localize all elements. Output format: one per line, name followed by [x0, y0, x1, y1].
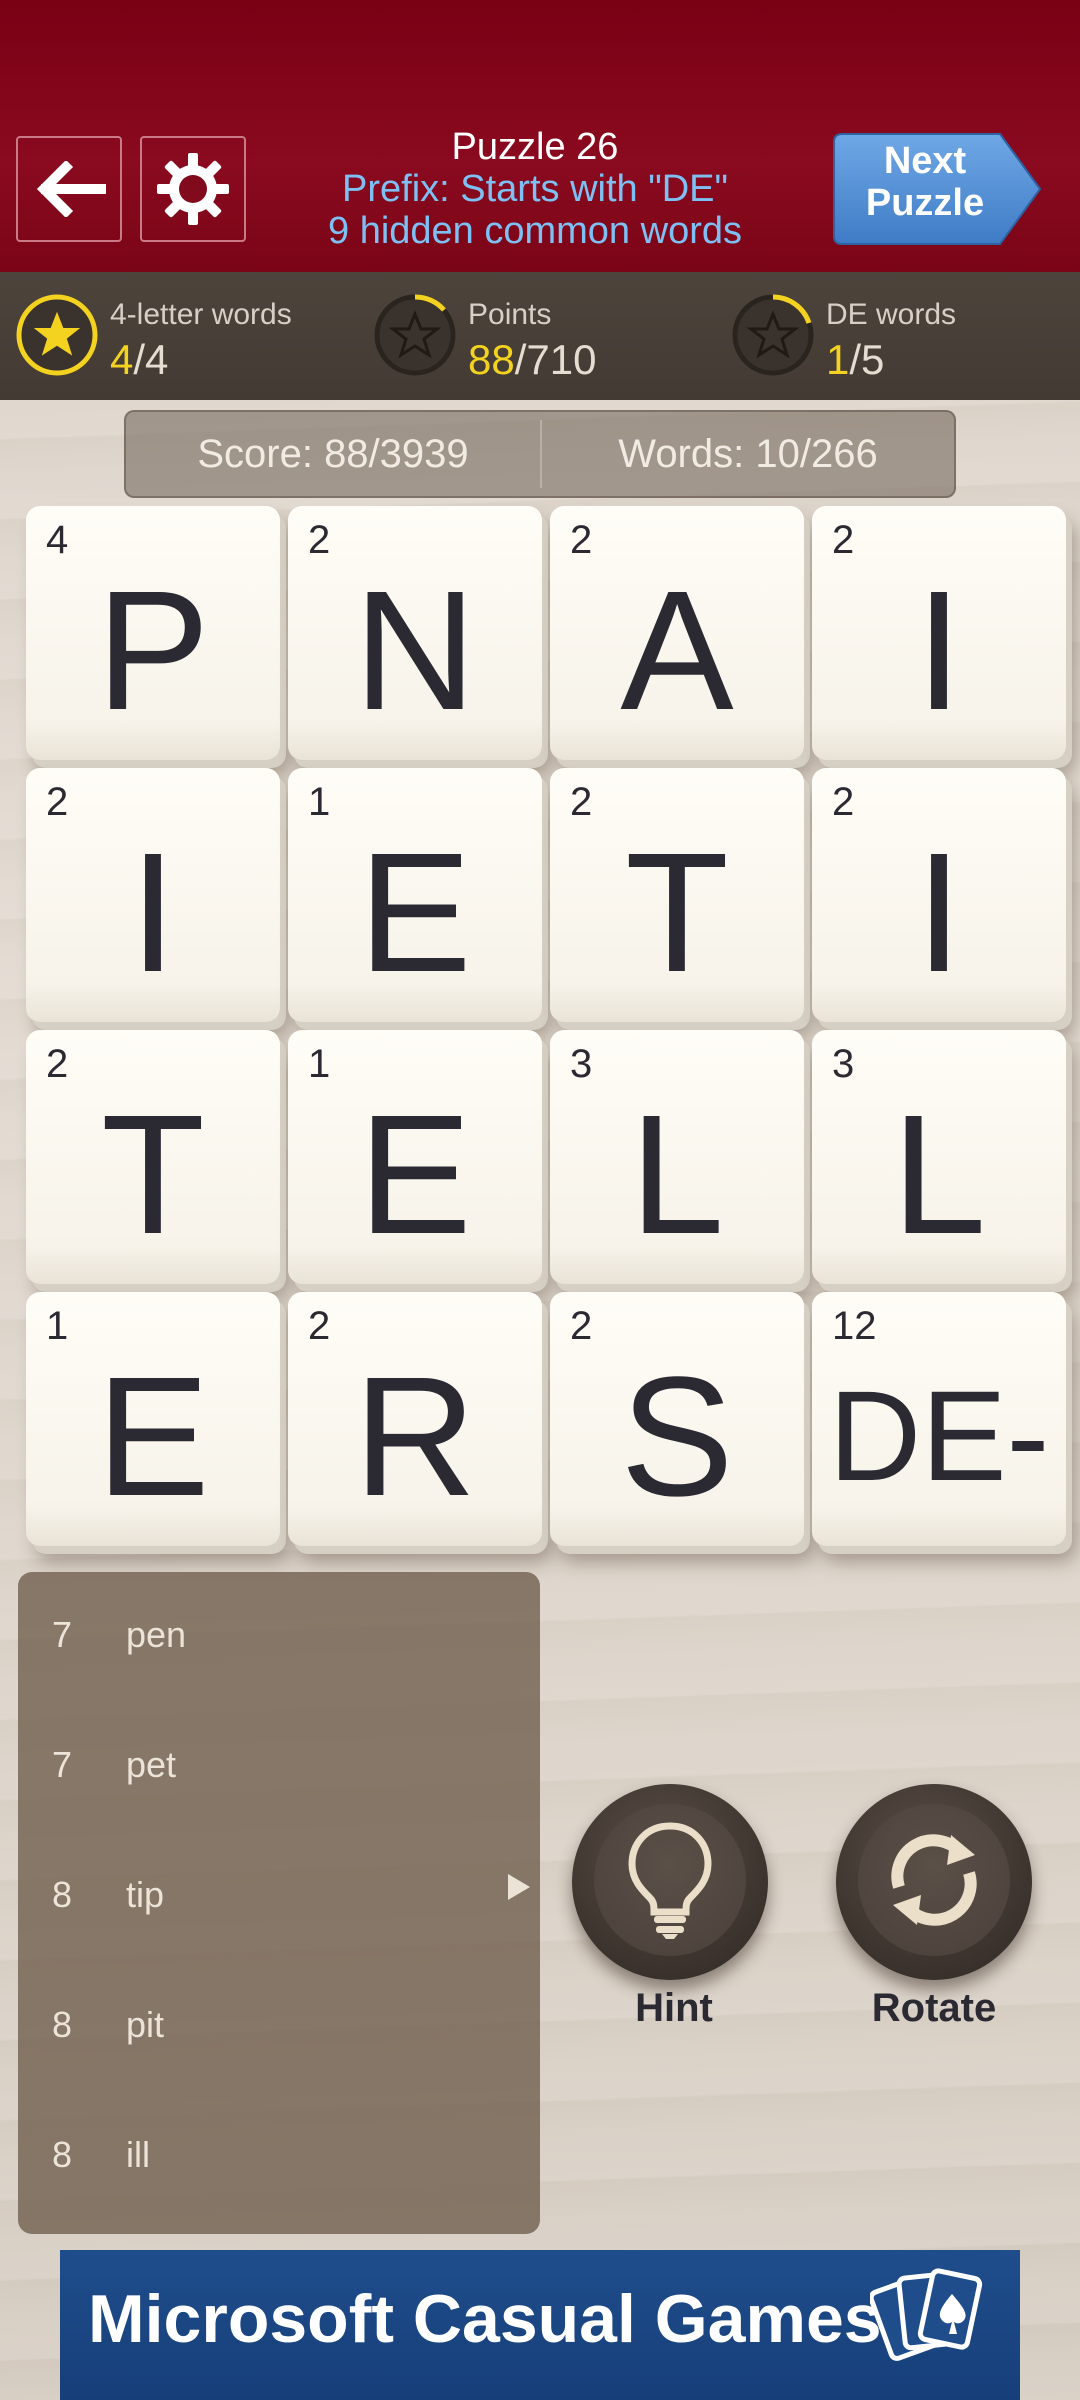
- word-score: 8: [52, 2004, 73, 2045]
- hint-button-face: [594, 1804, 746, 1956]
- word-text: ill: [126, 2134, 150, 2175]
- rotate-icon: [891, 1834, 977, 1926]
- letter-tile[interactable]: 1E: [26, 1292, 280, 1546]
- list-item[interactable]: 8 tip: [18, 1844, 540, 1944]
- tile-letter: I: [129, 818, 177, 1008]
- ad-banner[interactable]: Microsoft Casual Games: [60, 2250, 1020, 2400]
- goal-value: 4/4: [110, 336, 168, 384]
- next-puzzle-button[interactable]: Next Puzzle: [830, 130, 1045, 248]
- list-item[interactable]: 8 ill: [18, 2104, 540, 2204]
- letter-tile[interactable]: 2R: [288, 1292, 542, 1546]
- tile-letter: E: [358, 1080, 472, 1270]
- hint-button[interactable]: [572, 1784, 768, 1980]
- letter-tile[interactable]: 2I: [812, 768, 1066, 1022]
- back-arrow-icon: [36, 161, 106, 217]
- goal-label: 4-letter words: [110, 298, 292, 331]
- tile-letter: E: [358, 818, 472, 1008]
- prefix-tile[interactable]: 12 DE-: [812, 1292, 1066, 1546]
- goal-total: /710: [514, 336, 597, 383]
- letter-tile[interactable]: 2T: [550, 768, 804, 1022]
- header-bar: Puzzle 26 Prefix: Starts with "DE" 9 hid…: [0, 0, 1080, 272]
- word-text: pit: [126, 2004, 165, 2045]
- goal-value: 88/710: [468, 336, 596, 384]
- play-triangle-icon[interactable]: [506, 1872, 532, 1902]
- word-score: 8: [52, 1874, 73, 1915]
- tile-letter: L: [629, 1080, 725, 1270]
- settings-button[interactable]: [140, 136, 246, 242]
- goal-current: 4: [110, 336, 134, 383]
- tile-letter: N: [353, 556, 477, 746]
- letter-tile[interactable]: 2A: [550, 506, 804, 760]
- star-icon: [374, 294, 456, 376]
- puzzle-info: Puzzle 26 Prefix: Starts with "DE" 9 hid…: [280, 126, 790, 252]
- word-text: pet: [126, 1744, 177, 1785]
- tile-letter: T: [101, 1080, 205, 1270]
- next-label-line2: Puzzle: [865, 182, 985, 224]
- tile-letter: S: [620, 1342, 734, 1532]
- letter-tile[interactable]: 4P: [26, 506, 280, 760]
- goal-total: /4: [133, 336, 169, 383]
- letter-tile[interactable]: 2I: [812, 506, 1066, 760]
- words-text: Words: 10/266: [618, 432, 878, 476]
- playing-cards-icon: [870, 2268, 983, 2361]
- gear-icon: [157, 153, 229, 225]
- hint-label: Hint: [635, 1986, 713, 2030]
- goal-label: Points: [468, 298, 552, 331]
- rotate-button-face: [858, 1804, 1010, 1956]
- list-item[interactable]: 7 pet: [18, 1714, 540, 1814]
- goals-bar: 4-letter words 4/4 Points 88/710 DE word…: [0, 272, 1080, 400]
- letter-tile[interactable]: 2I: [26, 768, 280, 1022]
- tile-letter: DE-: [828, 1365, 1050, 1508]
- tile-letter: P: [96, 556, 210, 746]
- letter-tile[interactable]: 2S: [550, 1292, 804, 1546]
- next-label-line1: Next: [883, 140, 967, 182]
- tile-letter: L: [891, 1080, 987, 1270]
- letter-tile[interactable]: 3L: [550, 1030, 804, 1284]
- list-item[interactable]: 7 pen: [18, 1584, 540, 1684]
- tile-letter: R: [353, 1342, 477, 1532]
- goal-label: DE words: [826, 298, 957, 331]
- back-button[interactable]: [16, 136, 122, 242]
- word-score: 7: [52, 1744, 73, 1785]
- rotate-button[interactable]: [836, 1784, 1032, 1980]
- letter-tile[interactable]: 2N: [288, 506, 542, 760]
- prefix-rule: Prefix: Starts with "DE": [342, 168, 728, 210]
- word-score: 8: [52, 2134, 73, 2175]
- tile-letter: E: [96, 1342, 210, 1532]
- lightbulb-icon: [628, 1822, 712, 1939]
- goal-current: 88: [468, 336, 515, 383]
- goal-value: 1/5: [826, 336, 884, 384]
- word-text: tip: [126, 1874, 165, 1915]
- word-text: pen: [126, 1614, 187, 1655]
- tile-letter: T: [625, 818, 729, 1008]
- letter-tile[interactable]: 3L: [812, 1030, 1066, 1284]
- tile-letter: I: [915, 556, 963, 746]
- star-icon: [732, 294, 814, 376]
- next-puzzle-label: Next Puzzle: [830, 140, 1020, 224]
- goal-current: 1: [826, 336, 850, 383]
- letter-tile[interactable]: 1E: [288, 768, 542, 1022]
- puzzle-title: Puzzle 26: [451, 126, 619, 168]
- hidden-words-count: 9 hidden common words: [328, 210, 742, 252]
- banner-text: Microsoft Casual Games: [88, 2281, 882, 2357]
- rotate-label: Rotate: [871, 1986, 997, 2030]
- score-text: Score: 88/3939: [197, 432, 469, 476]
- list-item[interactable]: 8 pit: [18, 1974, 540, 2074]
- tile-letter: A: [620, 556, 734, 746]
- word-score: 7: [52, 1614, 73, 1655]
- letter-tile[interactable]: 2T: [26, 1030, 280, 1284]
- score-bar: Score: 88/3939 Words: 10/266: [124, 410, 956, 498]
- star-icon: [16, 294, 98, 376]
- goal-total: /5: [849, 336, 885, 383]
- letter-tile[interactable]: 1E: [288, 1030, 542, 1284]
- tile-letter: I: [915, 818, 963, 1008]
- found-words-list[interactable]: 7 pen 7 pet 8 tip 8 pit 8 ill: [18, 1572, 540, 2234]
